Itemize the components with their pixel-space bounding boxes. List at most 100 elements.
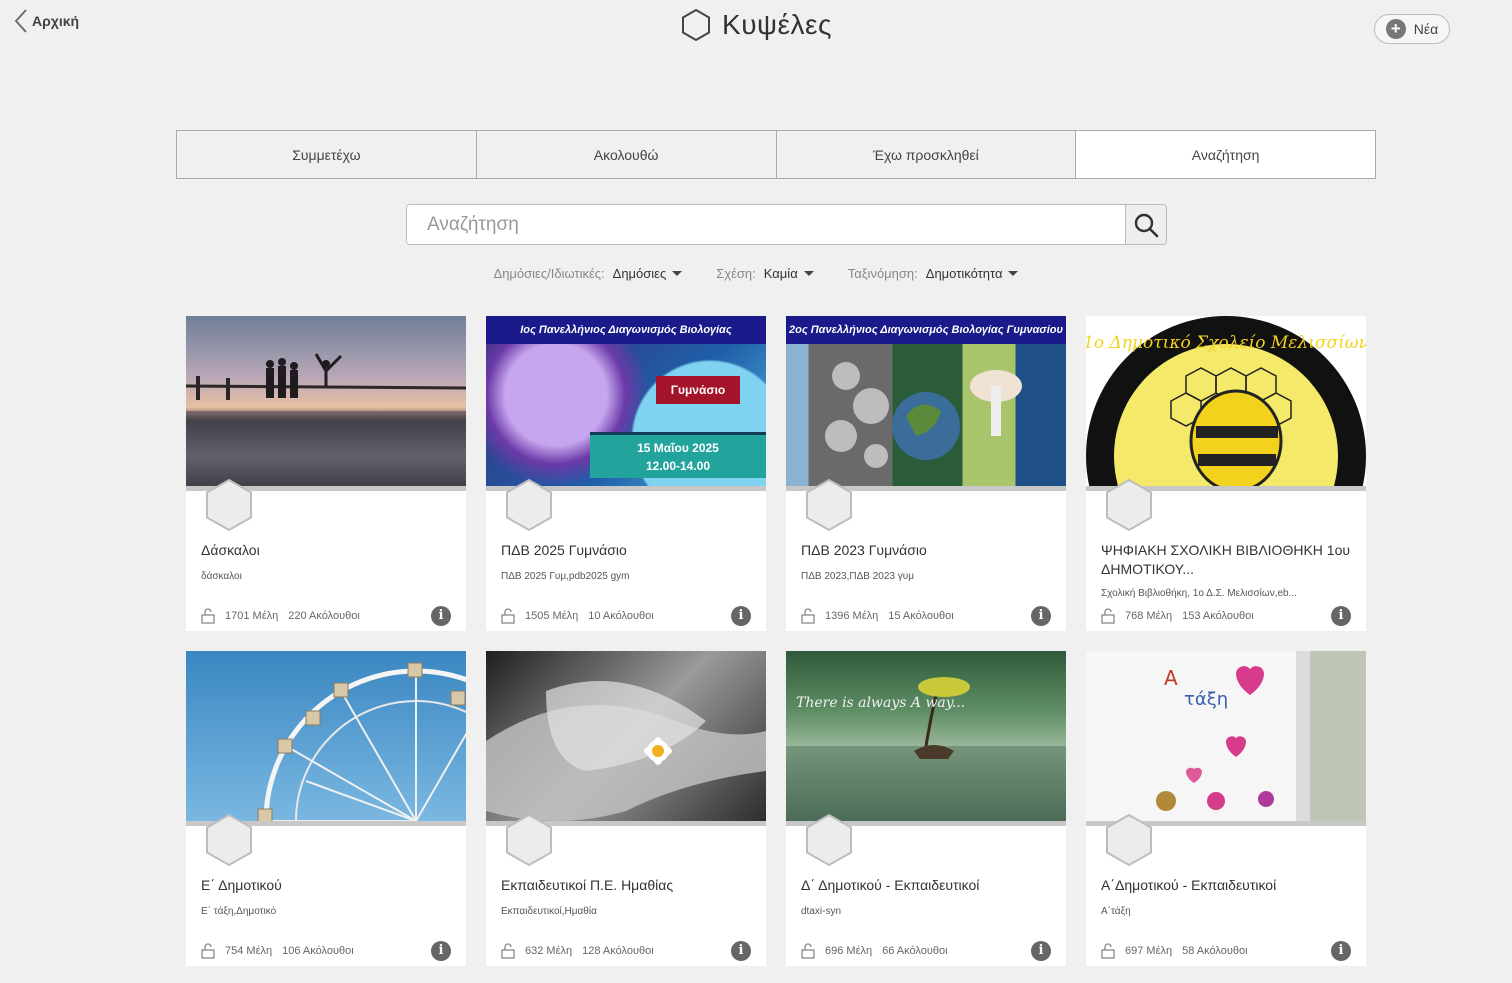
hive-cover-image bbox=[186, 651, 466, 826]
info-icon[interactable]: i bbox=[1031, 941, 1051, 961]
hands-daisy-illustration bbox=[486, 681, 766, 821]
cover-banner: Ιος Πανελλήνιος Διαγωνισμός Βιολογίας bbox=[486, 316, 766, 344]
page-title: Κυψέλες bbox=[722, 9, 832, 40]
filter-sort: Ταξινόμηση: Δημοτικότητα bbox=[848, 266, 1019, 281]
search-bar bbox=[406, 204, 1167, 245]
hive-hexagon-icon bbox=[206, 813, 252, 867]
school-bee-logo: 1ο Δημοτικό Σχολείο Μελισσίων bbox=[1086, 316, 1366, 491]
cover-time: 12.00-14.00 bbox=[645, 458, 711, 473]
unlock-icon bbox=[801, 608, 815, 624]
hive-card[interactable]: There is always A way... Δ΄ Δημοτικού - … bbox=[786, 651, 1066, 966]
plus-icon: + bbox=[1385, 19, 1406, 39]
filter-relation-dropdown[interactable]: Καμία bbox=[764, 266, 814, 281]
filter-visibility-dropdown[interactable]: Δημόσιες bbox=[613, 266, 683, 281]
caret-down-icon bbox=[672, 271, 683, 276]
hive-stats: 696 Μέλη 66 Ακόλουθοι i bbox=[801, 941, 1051, 961]
hive-members: 697 Μέλη bbox=[1125, 945, 1173, 957]
tab-search[interactable]: Αναζήτηση bbox=[1076, 131, 1375, 178]
caret-down-icon bbox=[803, 271, 814, 276]
hive-tags: dtaxi-syn bbox=[801, 906, 842, 917]
svg-text:τάξη: τάξη bbox=[1184, 689, 1228, 710]
hive-card[interactable]: 1ο Δημοτικό Σχολείο Μελισσίων ΨΗΦΙΑΚΗ ΣΧ… bbox=[1086, 316, 1366, 631]
search-button[interactable] bbox=[1125, 205, 1166, 244]
hive-stats: 754 Μέλη 106 Ακόλουθοι i bbox=[201, 941, 451, 961]
filter-visibility-value: Δημόσιες bbox=[612, 266, 667, 281]
info-icon[interactable]: i bbox=[1331, 941, 1351, 961]
filter-sort-value: Δημοτικότητα bbox=[925, 266, 1003, 281]
hive-stats: 768 Μέλη 153 Ακόλουθοι i bbox=[1101, 606, 1351, 626]
hive-title: ΠΔΒ 2025 Γυμνάσιο bbox=[501, 542, 627, 558]
hive-tags: ΠΔΒ 2023,ΠΔΒ 2023 γυμ bbox=[801, 571, 914, 582]
hive-hexagon-icon bbox=[506, 813, 552, 867]
hive-hexagon-icon bbox=[806, 478, 852, 532]
hive-stats: 1396 Μέλη 15 Ακόλουθοι i bbox=[801, 606, 1051, 626]
hive-members: 1396 Μέλη bbox=[825, 610, 879, 622]
ferris-wheel-illustration bbox=[257, 662, 466, 826]
tab-invited[interactable]: Έχω προσκληθεί bbox=[776, 131, 1077, 178]
hive-card[interactable]: Ιος Πανελλήνιος Διαγωνισμός Βιολογίας Γυ… bbox=[486, 316, 766, 631]
svg-text:Α: Α bbox=[1164, 666, 1178, 690]
filter-visibility: Δημόσιες/Ιδιωτικές: Δημόσιες bbox=[494, 266, 683, 281]
hive-stats: 1505 Μέλη 10 Ακόλουθοι i bbox=[501, 606, 751, 626]
filter-relation-label: Σχέση: bbox=[716, 266, 756, 281]
hive-cover-image bbox=[186, 316, 466, 491]
unlock-icon bbox=[1101, 608, 1115, 624]
hive-members: 1505 Μέλη bbox=[525, 610, 579, 622]
hive-cover-image: 1ο Δημοτικό Σχολείο Μελισσίων bbox=[1086, 316, 1366, 491]
hive-hexagon-icon bbox=[506, 478, 552, 532]
hive-card[interactable]: Δάσκαλοι δάσκαλοι 1701 Μέλη 220 Ακόλουθο… bbox=[186, 316, 466, 631]
hive-title: Δάσκαλοι bbox=[201, 542, 260, 558]
tab-following[interactable]: Ακολουθώ bbox=[476, 131, 777, 178]
biology-collage-illustration bbox=[825, 362, 1022, 468]
cover-badge: Γυμνάσιο bbox=[656, 376, 740, 404]
unlock-icon bbox=[1101, 943, 1115, 959]
hive-cover-image: 2ος Πανελλήνιος Διαγωνισμός Βιολογίας Γυ… bbox=[786, 316, 1066, 491]
hive-cover-image: Ιος Πανελλήνιος Διαγωνισμός Βιολογίας Γυ… bbox=[486, 316, 766, 491]
search-input[interactable] bbox=[407, 205, 1125, 244]
cover-date: 15 Μαΐου 2025 bbox=[637, 440, 719, 455]
hexagon-icon bbox=[682, 8, 711, 42]
info-icon[interactable]: i bbox=[1331, 606, 1351, 626]
unlock-icon bbox=[201, 608, 215, 624]
hive-members: 696 Μέλη bbox=[825, 945, 873, 957]
hive-tags: Σχολική Βιβλιοθήκη, 1ο Δ.Σ. Μελισσίων,eb… bbox=[1101, 588, 1297, 599]
hive-cover-image: Α τάξη bbox=[1086, 651, 1366, 826]
hive-card[interactable]: Α τάξη Α΄Δημοτικού - Εκπαιδευτικοί Α΄τάξ… bbox=[1086, 651, 1366, 966]
hive-cover-image bbox=[486, 651, 766, 826]
new-hive-button[interactable]: + Νέα bbox=[1374, 14, 1450, 44]
hive-members: 754 Μέλη bbox=[225, 945, 273, 957]
hive-tags: Α΄τάξη bbox=[1101, 906, 1131, 917]
filter-sort-dropdown[interactable]: Δημοτικότητα bbox=[926, 266, 1019, 281]
sunset-jump-illustration bbox=[186, 353, 466, 491]
logo-lettering: 1ο Δημοτικό Σχολείο Μελισσίων bbox=[1086, 333, 1366, 353]
hive-hexagon-icon bbox=[1106, 478, 1152, 532]
unlock-icon bbox=[501, 943, 515, 959]
hive-followers: 220 Ακόλουθοι bbox=[288, 610, 360, 622]
hive-hexagon-icon bbox=[1106, 813, 1152, 867]
info-icon[interactable]: i bbox=[431, 941, 451, 961]
hive-followers: 106 Ακόλουθοι bbox=[282, 945, 354, 957]
info-icon[interactable]: i bbox=[1031, 606, 1051, 626]
caret-down-icon bbox=[1008, 271, 1019, 276]
hive-cover-image: There is always A way... bbox=[786, 651, 1066, 826]
hive-followers: 10 Ακόλουθοι bbox=[588, 610, 654, 622]
info-icon[interactable]: i bbox=[731, 941, 751, 961]
info-icon[interactable]: i bbox=[431, 606, 451, 626]
hive-card[interactable]: 2ος Πανελλήνιος Διαγωνισμός Βιολογίας Γυ… bbox=[786, 316, 1066, 631]
hive-title: ΨΗΦΙΑΚΗ ΣΧΟΛΙΚΗ ΒΙΒΛΙΟΘΗΚΗ 1ου ΔΗΜΟΤΙΚΟΥ… bbox=[1101, 542, 1351, 577]
hive-card[interactable]: Ε΄ Δημοτικού Ε΄ τάξη,Δημοτικό 754 Μέλη 1… bbox=[186, 651, 466, 966]
hive-followers: 128 Ακόλουθοι bbox=[582, 945, 654, 957]
info-icon[interactable]: i bbox=[731, 606, 751, 626]
filter-relation-value: Καμία bbox=[763, 266, 798, 281]
hive-title: Δ΄ Δημοτικού - Εκπαιδευτικοί bbox=[801, 877, 980, 893]
hive-members: 768 Μέλη bbox=[1125, 610, 1173, 622]
unlock-icon bbox=[501, 608, 515, 624]
hive-tags: ΠΔΒ 2025 Γυμ,pdb2025 gym bbox=[501, 571, 630, 582]
hive-members: 1701 Μέλη bbox=[225, 610, 279, 622]
hive-card[interactable]: Εκπαιδευτικοί Π.Ε. Ημαθίας Εκπαιδευτικοί… bbox=[486, 651, 766, 966]
tab-participating[interactable]: Συμμετέχω bbox=[177, 131, 477, 178]
filter-relation: Σχέση: Καμία bbox=[716, 266, 814, 281]
classroom-door-illustration: Α τάξη bbox=[1156, 666, 1274, 811]
hive-followers: 58 Ακόλουθοι bbox=[1182, 945, 1248, 957]
unlock-icon bbox=[201, 943, 215, 959]
